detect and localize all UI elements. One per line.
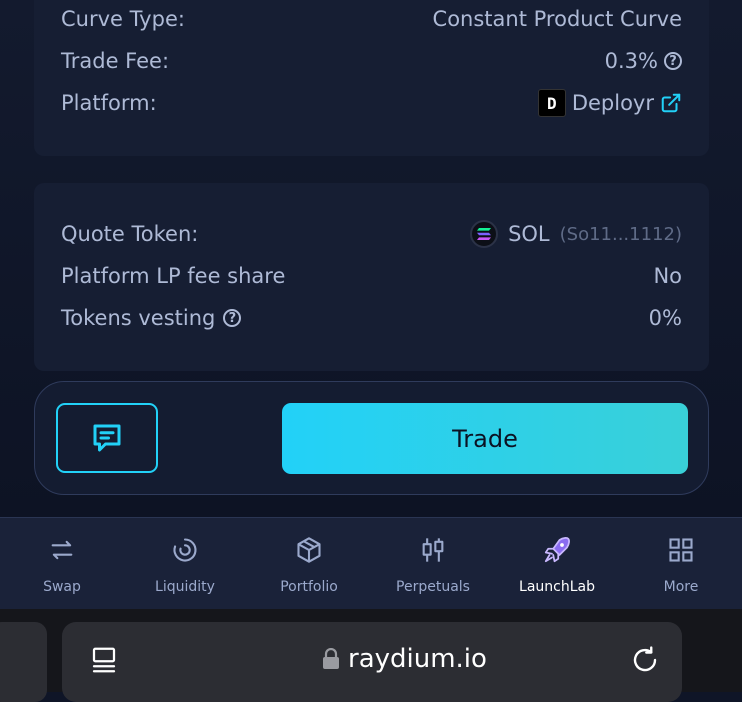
help-icon[interactable]: ? xyxy=(223,309,242,327)
nav-label: Portfolio xyxy=(280,579,338,595)
token-info-card: Quote Token: SOL (So11...1112) Platform … xyxy=(34,183,709,371)
bottom-nav: Swap Liquidity Portfolio Perpetuals Laun… xyxy=(0,517,742,610)
quote-token-symbol: SOL xyxy=(508,222,550,246)
tab-switcher[interactable] xyxy=(0,622,47,702)
action-bar: Trade xyxy=(34,381,709,495)
url-text: raydium.io xyxy=(348,644,487,674)
nav-item-perpetuals[interactable]: Perpetuals xyxy=(373,518,493,610)
nav-label: Perpetuals xyxy=(396,579,470,595)
curve-type-label: Curve Type: xyxy=(61,7,185,31)
address-bar[interactable]: raydium.io xyxy=(62,622,682,702)
liquidity-icon xyxy=(173,538,197,562)
nav-label: Swap xyxy=(43,579,81,595)
trade-button[interactable]: Trade xyxy=(282,403,688,474)
tokens-vesting-label: Tokens vesting xyxy=(61,306,216,330)
nav-item-launchlab[interactable]: LaunchLab xyxy=(497,518,617,610)
url-display[interactable]: raydium.io xyxy=(322,644,487,674)
help-icon[interactable]: ? xyxy=(664,52,682,70)
trade-fee-label: Trade Fee: xyxy=(61,49,170,73)
page: Curve Type: Constant Product Curve Trade… xyxy=(0,0,742,518)
platform-value[interactable]: Deployr xyxy=(572,91,654,115)
nav-label: Liquidity xyxy=(155,579,215,595)
nav-item-liquidity[interactable]: Liquidity xyxy=(125,518,245,610)
tokens-vesting-row: Tokens vesting ? 0% xyxy=(61,301,682,335)
quote-token-address[interactable]: (So11...1112) xyxy=(560,224,682,245)
quote-token-row: Quote Token: SOL (So11...1112) xyxy=(61,217,682,251)
nav-label: LaunchLab xyxy=(519,579,595,595)
page-menu-icon[interactable] xyxy=(89,645,119,675)
trade-fee-value: 0.3% xyxy=(604,49,658,73)
chat-icon xyxy=(93,424,121,452)
curve-type-row: Curve Type: Constant Product Curve xyxy=(61,2,682,36)
rocket-icon xyxy=(544,537,570,563)
nav-label: More xyxy=(663,579,699,595)
lp-fee-share-row: Platform LP fee share No xyxy=(61,259,682,293)
external-link-icon[interactable] xyxy=(660,92,682,114)
sol-icon xyxy=(470,220,499,248)
curve-type-value: Constant Product Curve xyxy=(432,7,682,31)
trade-fee-row: Trade Fee: 0.3% ? xyxy=(61,44,682,78)
lp-fee-share-value: No xyxy=(653,264,682,288)
browser-toolbar: raydium.io xyxy=(0,609,742,702)
quote-token-label: Quote Token: xyxy=(61,222,199,246)
pool-info-card: Curve Type: Constant Product Curve Trade… xyxy=(34,0,709,156)
nav-item-portfolio[interactable]: Portfolio xyxy=(249,518,369,610)
platform-label: Platform: xyxy=(61,91,157,115)
reload-icon[interactable] xyxy=(630,645,660,675)
portfolio-icon xyxy=(297,537,321,563)
lp-fee-share-label: Platform LP fee share xyxy=(61,264,286,288)
platform-row: Platform: D Deployr xyxy=(61,86,682,120)
comments-button[interactable] xyxy=(56,403,158,473)
swap-icon xyxy=(51,540,73,560)
perpetuals-icon xyxy=(422,538,444,562)
lock-icon xyxy=(323,648,339,669)
nav-item-more[interactable]: More xyxy=(621,518,741,610)
grid-icon xyxy=(669,538,693,562)
nav-item-swap[interactable]: Swap xyxy=(2,518,122,610)
tokens-vesting-value: 0% xyxy=(648,306,682,330)
deployr-logo-icon: D xyxy=(537,89,566,117)
